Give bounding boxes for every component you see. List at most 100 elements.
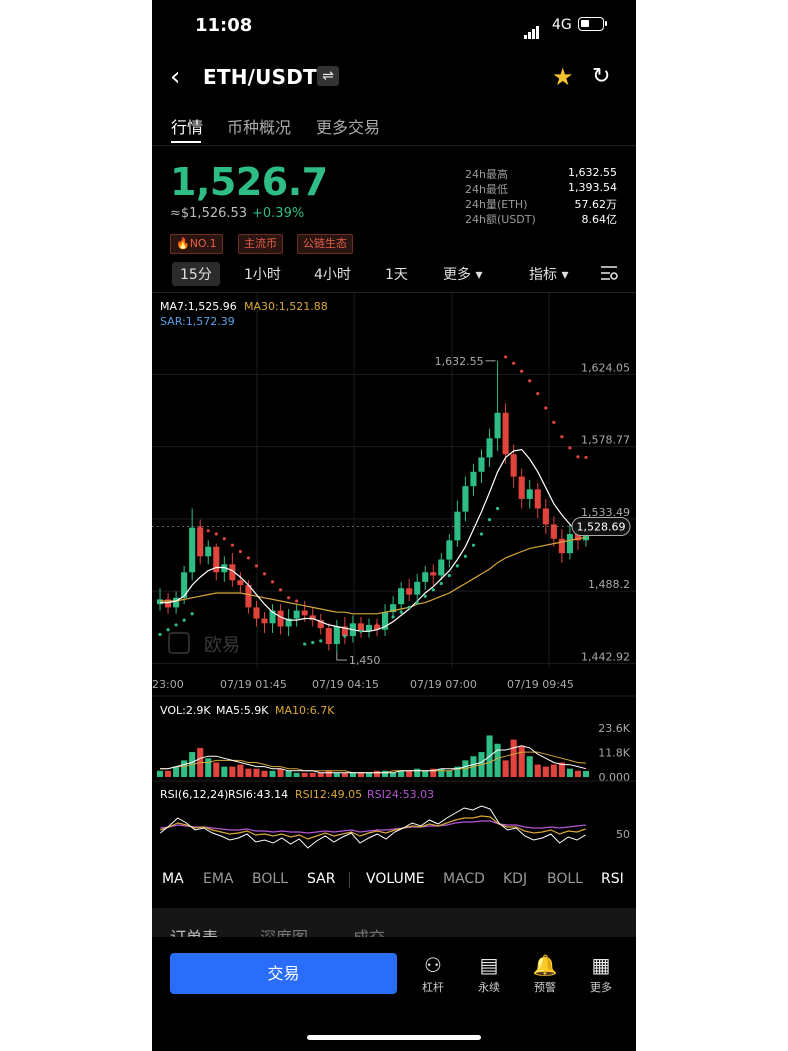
tab-coin-overview[interactable]: 币种概况 <box>227 114 291 138</box>
volume-bar <box>229 766 236 777</box>
legend-vol-ma10: MA10:6.7K <box>275 704 335 717</box>
timeframe-more[interactable]: 更多 ▾ <box>443 264 482 284</box>
indicator-tab-boll[interactable]: BOLL <box>252 871 288 887</box>
legend-ma30: MA30:1,521.88 <box>244 300 328 313</box>
sar-dot <box>287 596 291 600</box>
sar-dot <box>198 526 202 530</box>
nav-more-label: 更多 <box>590 981 612 994</box>
tab-more-trading[interactable]: 更多交易 <box>316 114 380 138</box>
sar-dot <box>303 642 307 646</box>
volume-bar <box>502 760 509 777</box>
candle-body <box>438 559 445 576</box>
sar-dot <box>158 632 162 637</box>
volume-bar <box>181 760 188 777</box>
legend-vol: VOL:2.9K <box>160 704 211 717</box>
tag-rank[interactable]: 🔥NO.1 <box>170 234 223 254</box>
sar-dot <box>262 572 267 576</box>
time-axis-label: 07/19 09:45 <box>507 678 574 691</box>
nav-alert-label: 预警 <box>534 981 556 994</box>
rsi-lines <box>159 805 586 849</box>
sar-dot <box>214 532 218 536</box>
volume-bar <box>566 768 573 777</box>
indicator-tab-ema[interactable]: EMA <box>203 871 234 887</box>
tag-public-chain[interactable]: 公链生态 <box>297 234 353 254</box>
legend-rsi12: RSI12:49.05 <box>295 788 362 801</box>
refresh-share-icon[interactable]: ↻ <box>592 64 610 90</box>
indicator-tab-rsi[interactable]: RSI <box>601 871 624 887</box>
volume-bar <box>333 772 340 777</box>
sar-dot <box>206 529 210 533</box>
time-axis-label: 23:00 <box>152 678 184 691</box>
trade-button[interactable]: 交易 <box>170 953 397 994</box>
sar-dot <box>246 556 251 560</box>
volume-bar <box>261 770 268 777</box>
volume-bar <box>414 768 421 777</box>
candle-body <box>398 588 405 605</box>
timeframe-1h[interactable]: 1小时 <box>244 264 281 284</box>
indicator-tab-sar[interactable]: SAR <box>307 871 335 887</box>
sar-dot <box>367 626 371 630</box>
volume-bar <box>574 770 581 777</box>
sar-dot <box>182 618 186 622</box>
volume-bar <box>357 772 364 777</box>
sar-dot <box>383 620 387 624</box>
sar-dot <box>311 640 315 645</box>
indicator-tab-kdj[interactable]: KDJ <box>503 871 527 887</box>
volume-bar <box>253 768 260 777</box>
back-icon[interactable]: ‹ <box>170 63 180 91</box>
sar-dot <box>560 435 564 439</box>
timeframe-15m[interactable]: 15分 <box>172 262 220 286</box>
sar-dot <box>536 392 540 396</box>
price-axis-label: 1,533.49 <box>581 506 630 519</box>
candlesticks <box>156 360 590 653</box>
sar-dot <box>407 605 411 609</box>
volume-bar <box>309 772 316 777</box>
sar-dot <box>238 549 242 554</box>
nav-perpetual-label: 永续 <box>478 981 500 994</box>
time-axis: 23:00 07/19 01:45 07/19 04:15 07/19 07:00 07… <box>152 678 574 691</box>
sar-dot <box>270 580 275 584</box>
swap-icon[interactable]: ⇌ <box>317 66 339 86</box>
tag-mainstream[interactable]: 主流币 <box>238 234 283 254</box>
sar-dot <box>319 639 323 643</box>
indicator-tab-boll-sub[interactable]: BOLL <box>547 871 583 887</box>
high-marker: 1,632.55 <box>435 355 484 368</box>
indicator-tab-macd[interactable]: MACD <box>443 871 485 887</box>
candle-body <box>558 538 565 554</box>
sar-dot <box>415 600 419 605</box>
low-marker: 1,450 <box>349 654 381 667</box>
legend-vol-ma5: MA5:5.9K <box>216 704 269 717</box>
sar-dot <box>190 612 194 616</box>
timeframe-1d[interactable]: 1天 <box>385 264 408 284</box>
nav-alert[interactable]: 🔔 预警 <box>525 952 565 995</box>
phone-screen: 11:08 4G ‹ ETH/USDT ⇌ ★ ↻ 行情 币种概况 更多交易 1… <box>152 0 636 1051</box>
legend-sar: SAR:1,572.39 <box>160 315 235 328</box>
rsi-axis-50: 50 <box>616 828 630 841</box>
home-indicator[interactable] <box>307 1035 481 1040</box>
star-icon[interactable]: ★ <box>552 63 574 91</box>
signal-icon <box>524 20 540 39</box>
stat-label-low: 24h最低 <box>465 183 508 196</box>
timeframe-4h[interactable]: 4小时 <box>314 264 351 284</box>
price-axis-label: 1,624.05 <box>581 361 630 374</box>
indicator-tab-ma[interactable]: MA <box>162 871 184 887</box>
nav-more[interactable]: ▦ 更多 <box>581 952 621 995</box>
pair-title[interactable]: ETH/USDT <box>203 65 317 89</box>
indicator-tab-volume[interactable]: VOLUME <box>366 871 425 887</box>
nav-perpetual[interactable]: ▤ 永续 <box>469 952 509 995</box>
candle-body <box>293 610 300 619</box>
tab-market[interactable]: 行情 <box>171 114 203 138</box>
sar-dot <box>359 629 363 633</box>
watermark-icon <box>168 632 190 654</box>
chart-settings-icon[interactable] <box>600 265 618 281</box>
nav-margin[interactable]: ⚇ 杠杆 <box>413 952 453 995</box>
kline-chart[interactable]: 欧易 1,624.05 1,578.77 1,533.49 1,488.2 1,442.… <box>152 293 636 858</box>
indicator-divider <box>349 872 350 888</box>
sar-dot <box>222 537 226 541</box>
candle-body <box>486 438 493 458</box>
volume-bar <box>582 770 590 777</box>
indicator-dropdown[interactable]: 指标 ▾ <box>529 264 568 284</box>
candle-body <box>277 610 284 627</box>
volume-bar <box>510 739 517 777</box>
volume-bar <box>390 772 397 777</box>
